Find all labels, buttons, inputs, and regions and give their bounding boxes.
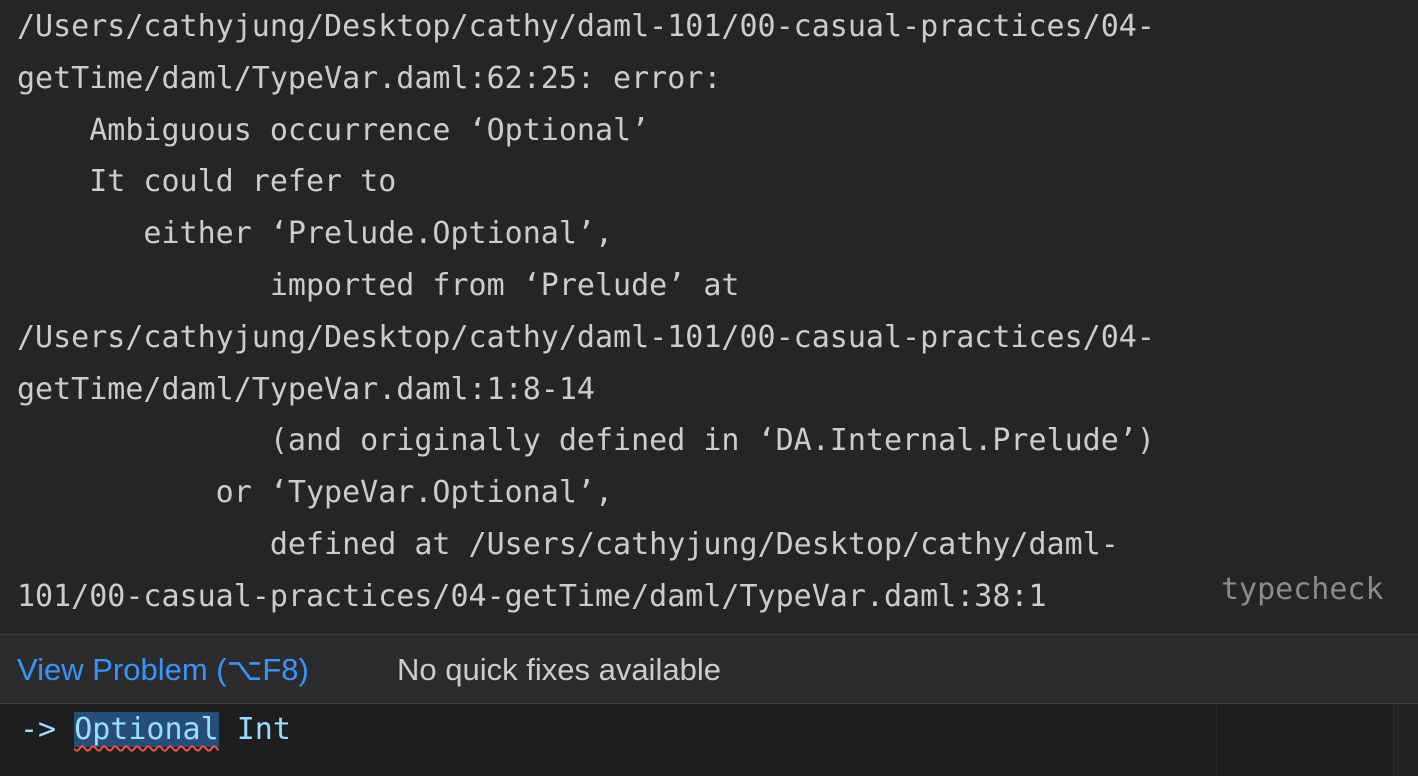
- code-editor[interactable]: -> Optional Int: [0, 704, 1418, 776]
- error-message: /Users/cathyjung/Desktop/cathy/daml-101/…: [17, 9, 1155, 614]
- hover-status-bar: View Problem (⌥F8) No quick fixes availa…: [0, 634, 1418, 703]
- vertical-scrollbar[interactable]: [1393, 704, 1418, 776]
- error-token-optional[interactable]: Optional: [74, 712, 219, 747]
- hover-widget: /Users/cathyjung/Desktop/cathy/daml-101/…: [0, 0, 1418, 704]
- view-problem-link[interactable]: View Problem (⌥F8): [17, 652, 309, 688]
- diagnostic-source: typecheck: [1221, 572, 1384, 607]
- type-argument: Int: [236, 712, 291, 747]
- no-quick-fixes-label: No quick fixes available: [397, 652, 721, 687]
- code-line[interactable]: -> Optional Int: [20, 710, 291, 750]
- arrow-operator: ->: [20, 712, 57, 747]
- hover-message-area: /Users/cathyjung/Desktop/cathy/daml-101/…: [0, 0, 1418, 634]
- minimap-divider: [1216, 704, 1217, 776]
